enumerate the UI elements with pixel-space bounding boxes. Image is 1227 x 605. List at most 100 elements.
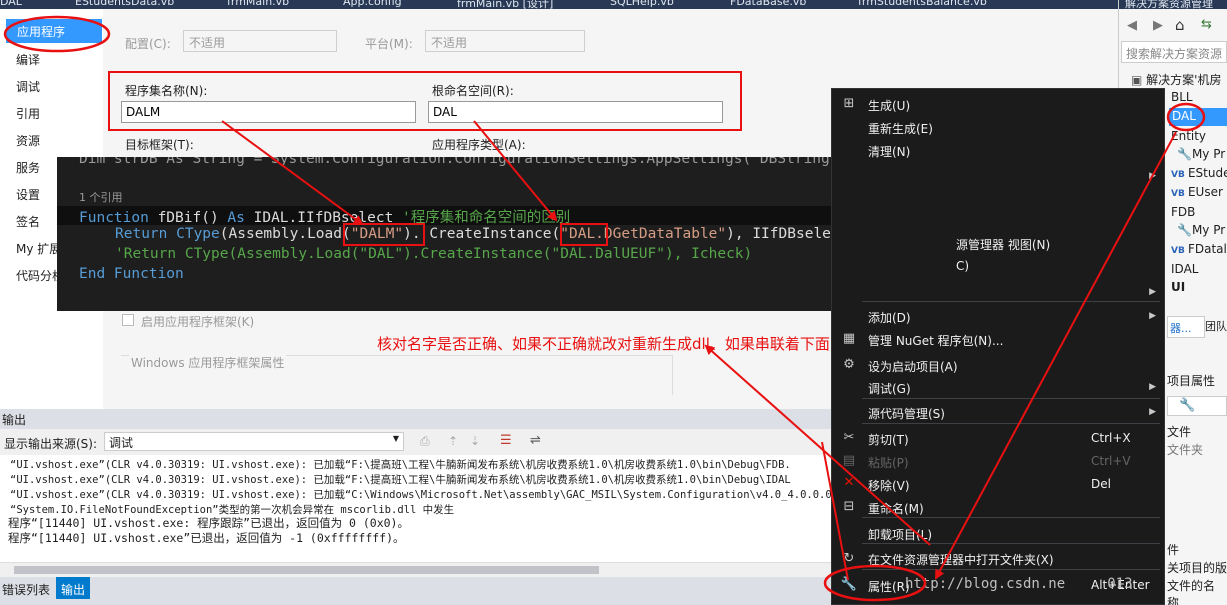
output-title: 输出	[2, 413, 27, 427]
watermark-text: http://blog.csdn.ne 013	[905, 576, 1133, 592]
tab-error-list[interactable]: 错误列表	[2, 581, 50, 598]
output-line: 程序“[11440] UI.vshost.exe”已退出，返回值为 -1 (0x…	[8, 531, 405, 545]
menu-separator	[862, 301, 1160, 302]
back-icon[interactable]: ◀	[1127, 18, 1137, 33]
menu-item-unload-project[interactable]: 卸载项目(L)	[868, 526, 932, 543]
application-type-label: 应用程序类型(A):	[432, 138, 526, 152]
shortcut-remove: Del	[1091, 477, 1111, 491]
nav-references[interactable]: 引用	[16, 105, 40, 122]
submenu-arrow-icon: ▶	[1149, 407, 1156, 417]
tree-item[interactable]: 🔧My Pr	[1177, 223, 1225, 237]
nav-signing[interactable]: 签名	[16, 213, 40, 230]
tree-item[interactable]: VB EUser	[1171, 185, 1223, 199]
solution-explorer-titlebar: 解决方案资源管理	[1119, 0, 1227, 9]
rename-icon: ⊟	[843, 499, 855, 514]
tab-output[interactable]: 输出	[56, 577, 91, 599]
build-icon: ⊞	[843, 96, 855, 111]
menu-item-partial[interactable]: C)	[956, 259, 969, 273]
scrollbar-thumb[interactable]	[14, 566, 599, 574]
tree-item[interactable]: 🔧My Pr	[1177, 147, 1225, 161]
menu-item-properties[interactable]: 属性(R)	[868, 578, 910, 595]
output-line: “UI.vshost.exe”(CLR v4.0.30319: UI.vshos…	[10, 489, 845, 501]
shortcut-paste: Ctrl+V	[1091, 454, 1131, 468]
solution-search-input[interactable]: 搜索解决方案资源	[1121, 41, 1227, 63]
menu-item-rebuild[interactable]: 重新生成(E)	[868, 120, 933, 137]
prev-message-icon[interactable]: ⇡	[448, 434, 458, 448]
menu-item-source-explorer-view[interactable]: 源管理器 视图(N)	[956, 236, 1050, 253]
tree-item-selected[interactable]: DAL	[1169, 108, 1227, 126]
nav-services[interactable]: 服务	[16, 159, 40, 176]
platform-combo[interactable]: 不适用	[425, 30, 585, 52]
tab-frmstudentsbalance[interactable]: frmStudentsBalance.vb	[858, 0, 987, 8]
tree-item[interactable]: UI	[1171, 280, 1185, 294]
tree-item[interactable]: VB FDatal	[1171, 242, 1227, 256]
sync-icon[interactable]: ⇆	[1201, 17, 1212, 32]
find-message-icon[interactable]: ⎙	[420, 434, 430, 449]
nuget-icon: ▦	[842, 331, 856, 346]
tree-item[interactable]: Entity	[1171, 129, 1206, 143]
code-line-end-function: End Function	[79, 266, 184, 282]
property-desc: 文件的名称,	[1167, 579, 1216, 605]
menu-item-build[interactable]: 生成(U)	[868, 97, 910, 114]
tab-sqlhelp[interactable]: SQLHelp.vb	[610, 0, 674, 8]
menu-item-source-control[interactable]: 源代码管理(S)	[868, 405, 945, 422]
tab-team[interactable]: 团队	[1205, 318, 1227, 334]
tree-item[interactable]: IDAL	[1171, 262, 1198, 276]
code-references-count[interactable]: 1 个引用	[79, 189, 123, 205]
wrench-icon: 🔧	[840, 577, 858, 592]
menu-item-debug[interactable]: 调试(G)	[868, 380, 911, 397]
clear-all-icon[interactable]: ☰	[500, 433, 512, 448]
next-message-icon[interactable]: ⇣	[470, 434, 480, 448]
menu-separator	[862, 543, 1160, 544]
tree-item[interactable]: FDB	[1171, 205, 1195, 219]
enable-framework-checkbox[interactable]	[122, 314, 134, 326]
tab-estudentsdata[interactable]: EStudentsData.vb	[75, 0, 174, 8]
nav-application[interactable]: 应用程序	[6, 19, 102, 43]
menu-item-manage-nuget[interactable]: 管理 NuGet 程序包(N)...	[868, 332, 1003, 349]
menu-item-remove[interactable]: 移除(V)	[868, 477, 910, 494]
tree-item[interactable]: BLL	[1171, 90, 1193, 104]
word-wrap-icon[interactable]: ⇌	[530, 433, 541, 448]
nav-debug[interactable]: 调试	[16, 78, 40, 95]
tree-item[interactable]: VB EStude	[1171, 166, 1227, 180]
wrench-icon: 🔧	[1177, 223, 1192, 237]
remove-icon: ✕	[843, 475, 855, 490]
property-desc: 关项目的版	[1167, 561, 1227, 575]
properties-toolbar	[1167, 396, 1227, 416]
menu-separator	[862, 398, 1160, 399]
nav-resources[interactable]: 资源	[16, 132, 40, 149]
menu-item-set-startup[interactable]: 设为启动项目(A)	[868, 358, 958, 375]
forward-icon[interactable]: ▶	[1153, 18, 1163, 33]
menu-item-open-folder[interactable]: 在文件资源管理器中打开文件夹(X)	[868, 551, 1054, 568]
nav-my-extensions[interactable]: My 扩展	[16, 240, 61, 257]
menu-item-rename[interactable]: 重命名(M)	[868, 500, 924, 517]
refresh-folder-icon: ↻	[843, 551, 855, 566]
property-row: 文件	[1167, 425, 1192, 439]
properties-title: 项目属性	[1167, 374, 1216, 388]
submenu-arrow-icon: ▶	[1149, 287, 1156, 297]
tab-fdatabase[interactable]: FDataBase.vb	[730, 0, 806, 8]
menu-item-paste[interactable]: 粘贴(P)	[868, 454, 909, 471]
submenu-arrow-icon: ▶	[1149, 382, 1156, 392]
home-icon[interactable]: ⌂	[1175, 16, 1185, 34]
dal-highlight-box	[560, 223, 608, 246]
menu-item-add[interactable]: 添加(D)	[868, 309, 911, 326]
tree-item[interactable]: ▣ 解决方案'机房	[1131, 71, 1221, 88]
config-combo[interactable]: 不适用	[183, 30, 337, 52]
output-line: 程序“[11440] UI.vshost.exe: 程序跟踪”已退出，返回值为 …	[8, 516, 409, 530]
tab-solution-explorer[interactable]: 器...	[1167, 316, 1205, 338]
output-source-select[interactable]: 调试 ▼	[104, 432, 404, 451]
submenu-arrow-icon: ▶	[1149, 171, 1156, 181]
property-pages-icon[interactable]: 🔧	[1179, 398, 1195, 413]
tab-frmmain[interactable]: frmMain.vb	[227, 0, 289, 8]
tab-dal[interactable]: DAL	[0, 0, 22, 8]
tab-frmmain-design[interactable]: frmMain.vb [设计]	[457, 0, 553, 9]
tab-app-config[interactable]: App.config	[343, 0, 402, 8]
menu-item-cut[interactable]: 剪切(T)	[868, 431, 909, 448]
submenu-arrow-icon: ▶	[1149, 311, 1156, 321]
code-line-function: Function fDBif() As IDAL.IIfDBselect '程序…	[79, 210, 571, 226]
vb-file-icon: VB	[1171, 170, 1188, 180]
nav-settings[interactable]: 设置	[16, 186, 40, 203]
menu-item-clean[interactable]: 清理(N)	[868, 143, 910, 160]
nav-compile[interactable]: 编译	[16, 51, 40, 68]
